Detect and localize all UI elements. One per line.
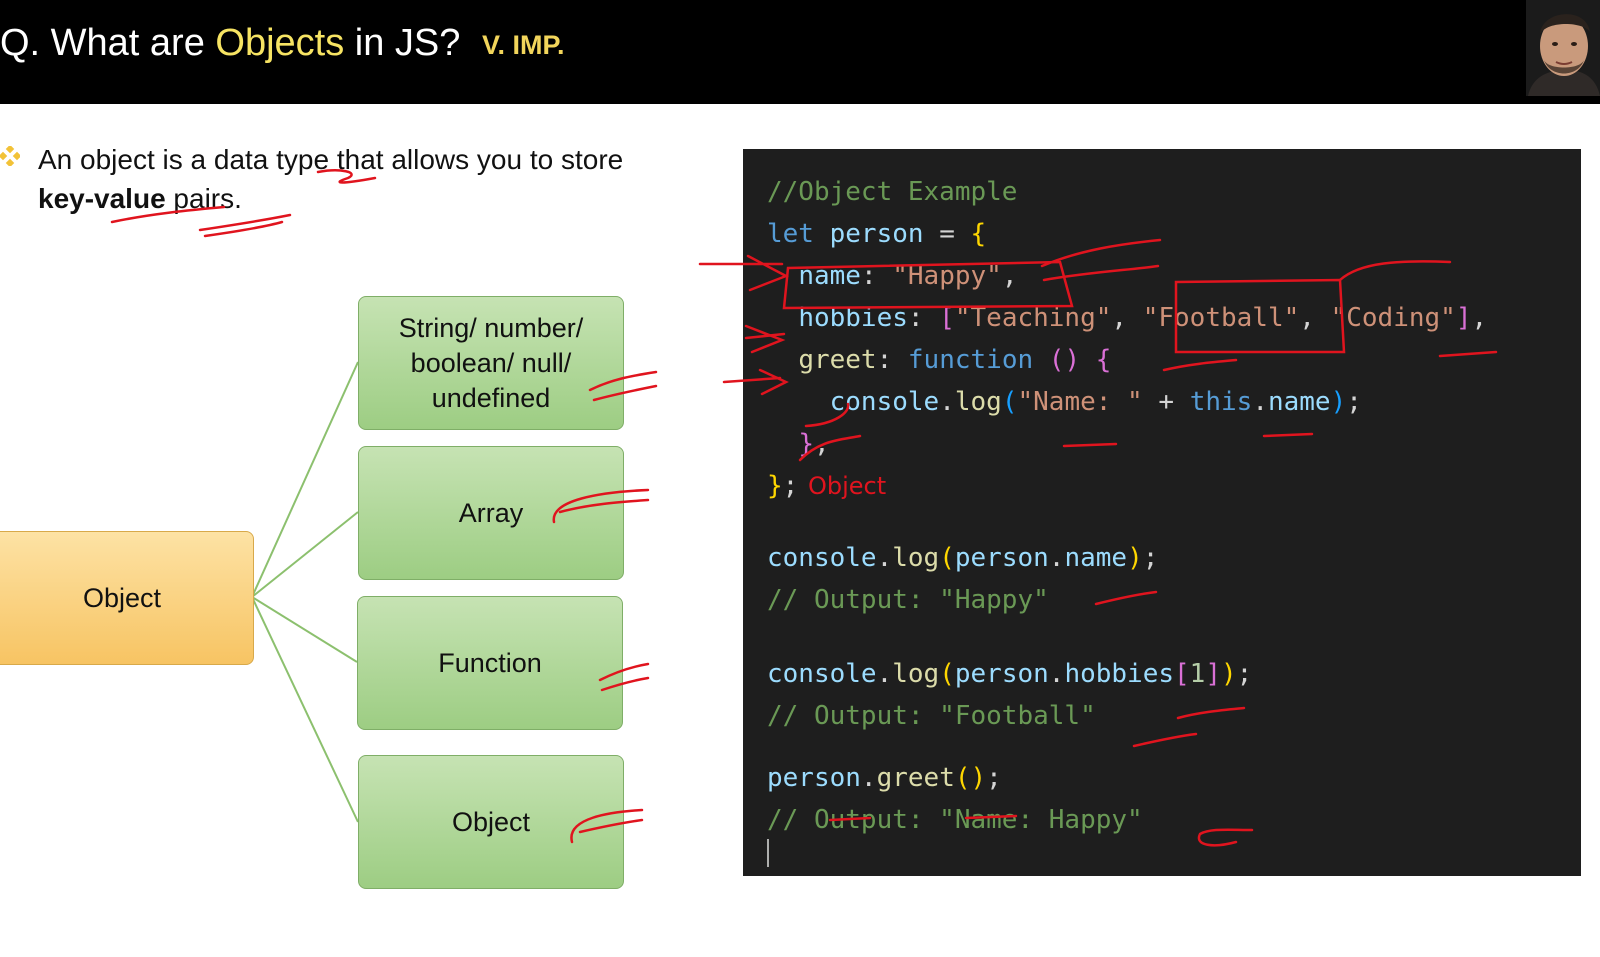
code-line: // Output: "Happy" (767, 585, 1049, 615)
slide-title: Q. What are Objects in JS? (0, 22, 461, 64)
connector-line (251, 511, 359, 598)
code-line: }; (767, 471, 799, 501)
code-line: person.greet(); (767, 763, 1002, 793)
node-primitives: String/ number/boolean/ null/undefined (358, 296, 624, 430)
code-line: // Output: "Football" (767, 701, 1096, 731)
code-line: console.log(person.hobbies[1]); (767, 659, 1253, 689)
code-line: console.log(person.name); (767, 543, 1159, 573)
root-node-object: Object (0, 531, 254, 665)
key-value-term: key-value (38, 183, 166, 214)
presenter-avatar (1526, 0, 1600, 96)
object-definition: An object is a data type that allows you… (38, 144, 624, 214)
title-highlight: Objects (215, 22, 345, 64)
code-line: //Object Example (767, 177, 1018, 207)
code-line: name: "Happy", (798, 261, 1018, 291)
code-line: // Output: "Name: Happy" (767, 805, 1143, 835)
code-line: }, (798, 429, 830, 459)
node-array: Array (358, 446, 624, 580)
object-types-diagram: Object String/ number/boolean/ null/unde… (0, 290, 650, 910)
code-line: let person = { (767, 219, 987, 249)
code-line: hobbies: ["Teaching", "Football", "Codin… (798, 303, 1488, 333)
node-object: Object (358, 755, 624, 889)
importance-tag: V. IMP. (482, 30, 565, 60)
underline-stroke (203, 220, 284, 238)
bullet-icon (0, 146, 20, 166)
code-line: console.log("Name: " + this.name); (829, 387, 1362, 417)
text-cursor (767, 839, 769, 867)
code-example-panel: //Object Example let person = { name: "H… (743, 149, 1581, 876)
connector-line (251, 361, 359, 598)
node-function: Function (357, 596, 623, 730)
code-line: greet: function () { (798, 345, 1112, 375)
title-bar: Q. What are Objects in JS? V. IMP. (0, 0, 1600, 104)
